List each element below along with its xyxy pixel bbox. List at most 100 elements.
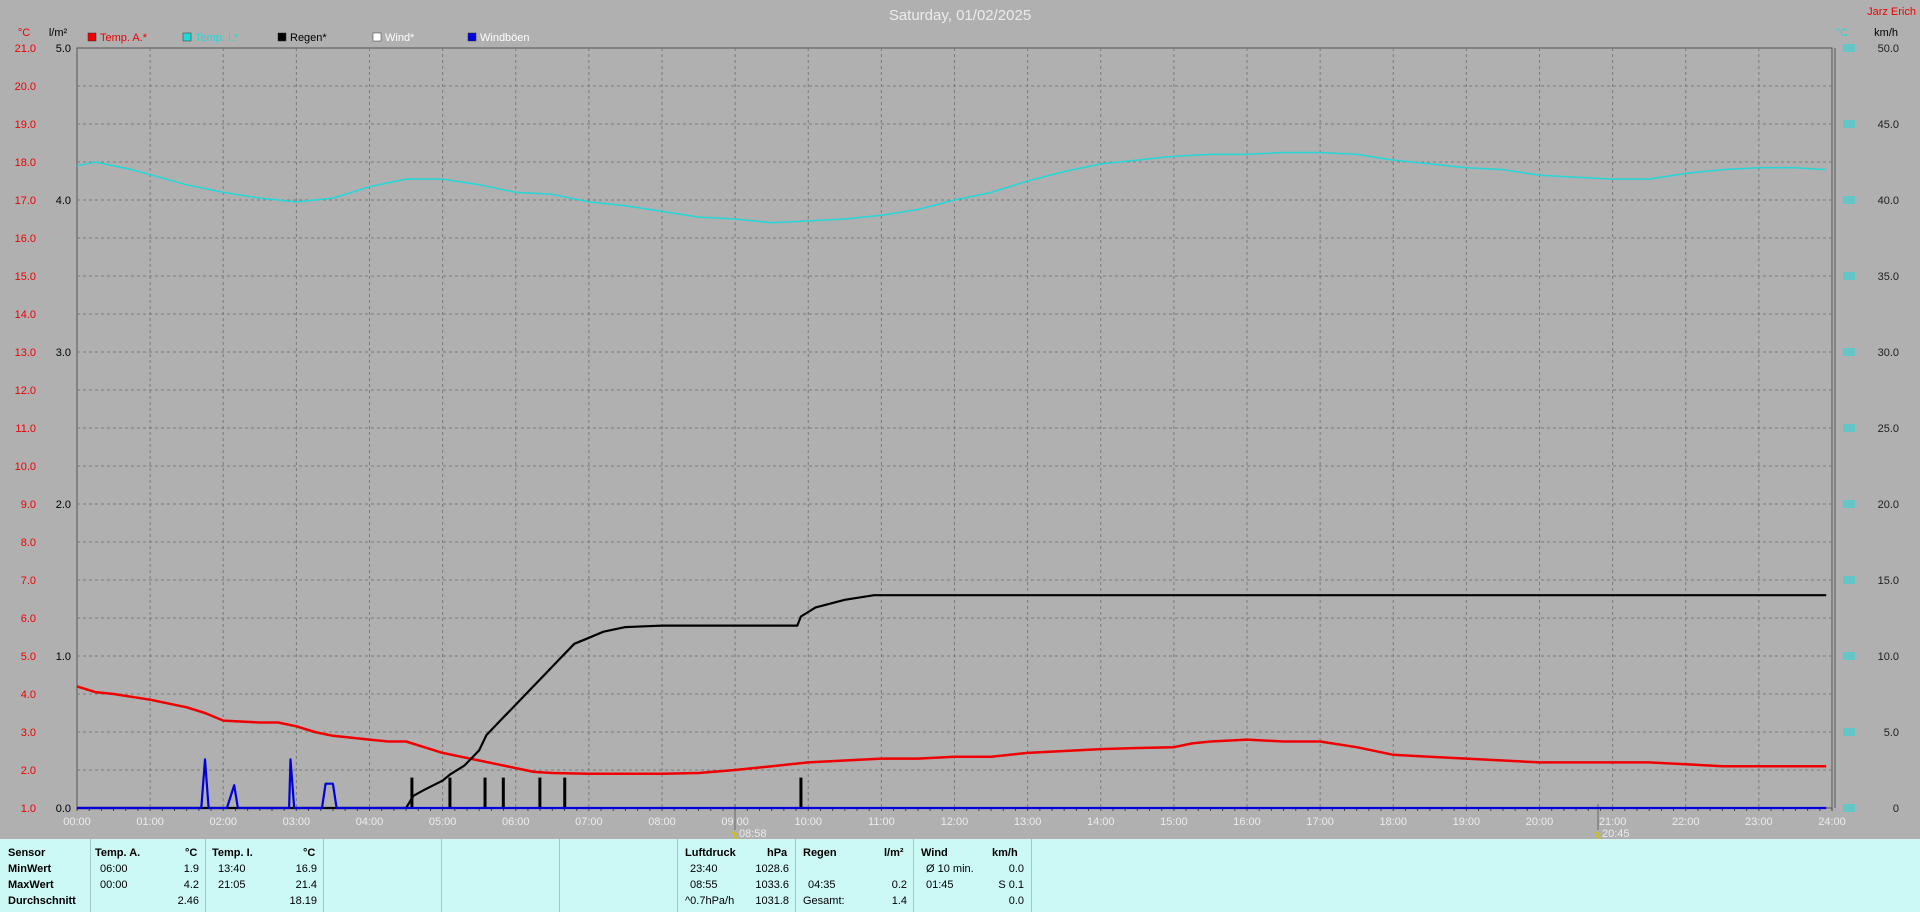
stats-temp-i-min: 16.9: [295, 863, 317, 875]
chart-title: Saturday, 01/02/2025: [889, 7, 1031, 24]
legend-label: Regen*: [290, 32, 327, 44]
x-tick-label: 05:00: [429, 816, 457, 828]
temp-tick-label: 11.0: [15, 423, 36, 435]
stats-temp-i-max-time: 21:05: [218, 879, 246, 891]
chart-series: [76, 151, 1827, 810]
lightning-icon: [1594, 831, 1602, 839]
x-tick-label: 16:00: [1233, 816, 1261, 828]
panel-divider: [677, 839, 678, 912]
stats-temp-i-unit: °C: [303, 847, 316, 859]
temp-tick-label: 7.0: [21, 575, 36, 587]
wind-tick-label: 50.0: [1878, 43, 1899, 55]
panel-divider: [205, 839, 206, 912]
legend-label: Temp. I.*: [195, 32, 239, 44]
panel-divider: [795, 839, 796, 912]
stats-wind-unit: km/h: [992, 847, 1018, 859]
stats-row-avg: Durchschnitt: [8, 895, 76, 907]
series-temp-i: [76, 151, 1827, 224]
panel-divider: [1031, 839, 1032, 912]
stats-wind-avg: 0.0: [1008, 863, 1024, 875]
temp-tick-label: 15.0: [15, 271, 36, 283]
temp-tick-label: 8.0: [21, 537, 36, 549]
series-temp-a: [76, 685, 1827, 776]
wind-unit-label: km/h: [1874, 27, 1898, 39]
temp-tick-label: 20.0: [15, 81, 36, 93]
panel-divider: [913, 839, 914, 912]
legend-swatch: [277, 32, 287, 42]
stats-temp-a-min-time: 06:00: [100, 863, 128, 875]
stats-regen-total-label: Gesamt:: [803, 895, 845, 907]
stats-luftdruck-header: Luftdruck: [685, 847, 736, 859]
temp-tick-label: 3.0: [21, 727, 36, 739]
legend-label: Temp. A.*: [100, 32, 148, 44]
wind-tick-label: 25.0: [1878, 423, 1899, 435]
right-temp-tick-mark: [1843, 728, 1855, 736]
x-tick-label: 18:00: [1379, 816, 1407, 828]
x-tick-label: 04:00: [356, 816, 384, 828]
temp-tick-label: 5.0: [21, 651, 36, 663]
rain-tick-label: 3.0: [56, 347, 71, 359]
right-temp-tick-mark: [1843, 196, 1855, 204]
legend-swatch: [372, 32, 382, 42]
legend-swatch: [467, 32, 477, 42]
x-tick-label: 14:00: [1087, 816, 1115, 828]
chart-grid: [76, 47, 1833, 809]
stats-temp-a-unit: °C: [185, 847, 198, 859]
stats-temp-i-avg: 18.19: [289, 895, 317, 907]
wind-tick-label: 30.0: [1878, 347, 1899, 359]
panel-divider: [90, 839, 91, 912]
legend-label: Windböen: [480, 32, 530, 44]
x-tick-label: 13:00: [1014, 816, 1042, 828]
x-tick-label: 01:00: [136, 816, 164, 828]
wind-tick-label: 20.0: [1878, 499, 1899, 511]
temp-tick-label: 14.0: [15, 309, 36, 321]
stats-regen-max: 0.2: [891, 879, 907, 891]
lightning-icon: [731, 831, 739, 839]
stats-temp-a-avg: 2.46: [177, 895, 199, 907]
series-regen: [77, 594, 1827, 810]
stats-temp-a-max: 4.2: [183, 879, 199, 891]
user-label: Jarz Erich: [1867, 6, 1916, 18]
temp-tick-label: 1.0: [21, 803, 36, 815]
x-tick-label: 00:00: [63, 816, 91, 828]
temp-tick-label: 17.0: [15, 195, 36, 207]
rain-tick-label: 2.0: [56, 499, 71, 511]
stats-regen-header: Regen: [803, 847, 837, 859]
stats-luftdruck-avg: 1031.8: [755, 895, 789, 907]
temp-tick-label: 4.0: [21, 689, 36, 701]
temp-tick-label: 16.0: [15, 233, 36, 245]
stats-wind-header: Wind: [921, 847, 948, 859]
x-tick-label: 24:00: [1818, 816, 1846, 828]
temp-tick-label: 21.0: [15, 43, 36, 55]
panel-divider: [441, 839, 442, 912]
rain-tick-label: 1.0: [56, 651, 71, 663]
stats-row-max: MaxWert: [8, 879, 54, 891]
right-temp-unit-label: °C: [1836, 27, 1848, 39]
panel-divider: [559, 839, 560, 912]
x-tick-label: 08:00: [648, 816, 676, 828]
rain-tick-label: 4.0: [56, 195, 71, 207]
stats-temp-a-header: Temp. A.: [95, 847, 141, 859]
right-temp-tick-mark: [1843, 804, 1855, 812]
wind-tick-label: 35.0: [1878, 271, 1899, 283]
x-tick-label: 23:00: [1745, 816, 1773, 828]
legend-swatch: [182, 32, 192, 42]
temp-tick-label: 6.0: [21, 613, 36, 625]
right-temp-tick-mark: [1843, 652, 1855, 660]
temp-tick-label: 12.0: [15, 385, 36, 397]
rain-tick-label: 0.0: [56, 803, 71, 815]
x-tick-label: 10:00: [794, 816, 822, 828]
rain-unit-label: l/m²: [49, 27, 68, 39]
x-tick-label: 02:00: [209, 816, 237, 828]
stats-header-sensor: Sensor: [8, 847, 46, 859]
stats-wind-max-time: 01:45: [926, 879, 954, 891]
right-temp-tick-mark: [1843, 120, 1855, 128]
wind-tick-label: 10.0: [1878, 651, 1899, 663]
stats-temp-i-max: 21.4: [295, 879, 317, 891]
stats-luftdruck-min-time: 23:40: [690, 863, 718, 875]
stats-luftdruck-max-time: 08:55: [690, 879, 718, 891]
temp-tick-label: 19.0: [15, 119, 36, 131]
right-temp-tick-mark: [1843, 500, 1855, 508]
wind-tick-label: 0: [1893, 803, 1899, 815]
right-temp-tick-mark: [1843, 424, 1855, 432]
